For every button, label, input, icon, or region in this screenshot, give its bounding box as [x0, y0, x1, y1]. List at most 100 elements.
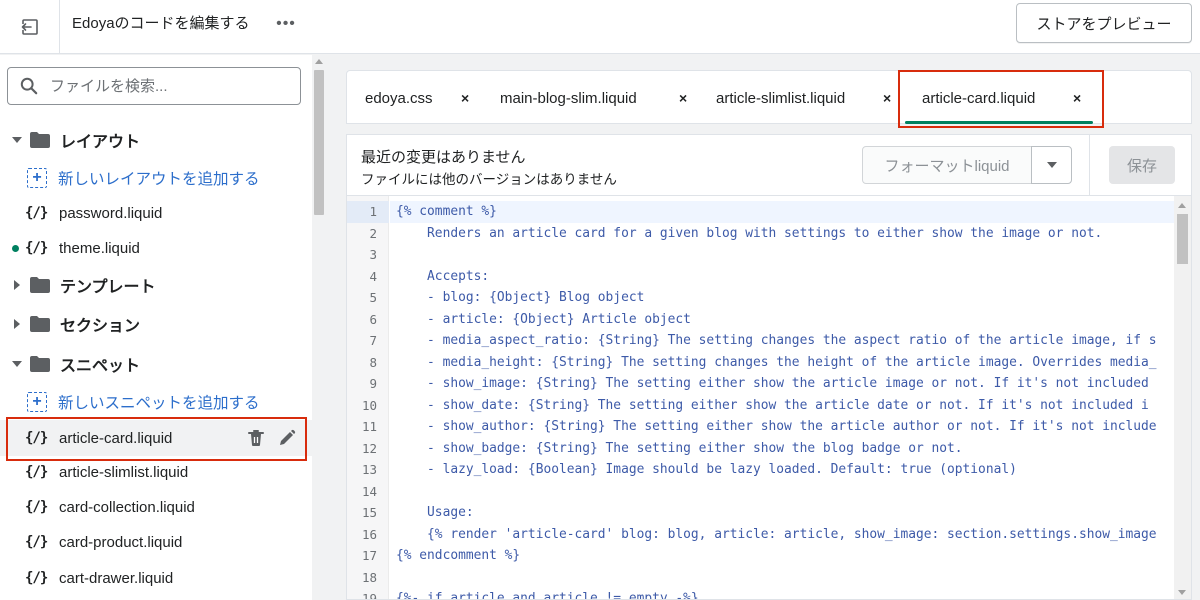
add-layout-link[interactable]: + 新しいレイアウトを追加する — [0, 161, 312, 195]
exit-button[interactable] — [0, 0, 60, 54]
tab-label: edoya.css — [365, 89, 433, 107]
file-label: card-product.liquid — [59, 533, 183, 551]
line-number: 14 — [361, 483, 377, 499]
line-number: 4 — [369, 268, 377, 284]
line-number: 15 — [361, 505, 377, 520]
code-line: - show_image: {String} The setting eithe… — [396, 376, 1149, 391]
folder-label: テンプレート — [60, 279, 156, 296]
line-number: 9 — [369, 376, 377, 391]
scroll-up-arrow-icon[interactable] — [1178, 203, 1186, 208]
folder-icon — [30, 316, 50, 332]
page-title: Edoyaのコードを編集する — [72, 15, 250, 32]
top-bar: Edoyaのコードを編集する ••• ストアをプレビュー — [0, 0, 1200, 54]
search-icon — [20, 77, 38, 95]
format-dropdown-button[interactable] — [1031, 146, 1072, 184]
active-line-highlight — [390, 201, 1174, 223]
line-number: 13 — [361, 462, 377, 477]
liquid-file-icon: {/} — [25, 570, 48, 586]
file-item-article-slimlist[interactable]: {/} article-slimlist.liquid — [0, 455, 312, 489]
folder-label: スニペット — [60, 358, 141, 375]
tab-article-slimlist[interactable]: article-slimlist.liquid × — [716, 71, 896, 125]
code-line: {%- if article and article != empty -%} — [396, 591, 699, 600]
file-item-card-collection[interactable]: {/} card-collection.liquid — [0, 490, 312, 524]
file-item-card-product[interactable]: {/} card-product.liquid — [0, 525, 312, 559]
code-line: - media_aspect_ratio: {String} The setti… — [396, 333, 1157, 348]
close-icon[interactable]: × — [461, 90, 469, 106]
scroll-up-arrow-icon[interactable] — [315, 59, 323, 64]
scrollbar-thumb[interactable] — [314, 70, 324, 215]
add-snippet-link[interactable]: + 新しいスニペットを追加する — [0, 385, 312, 419]
tab-label: main-blog-slim.liquid — [500, 89, 637, 107]
close-icon[interactable]: × — [679, 90, 687, 106]
liquid-file-icon: {/} — [25, 205, 48, 221]
line-number: 16 — [361, 526, 377, 542]
chevron-right-icon — [12, 280, 22, 290]
folder-icon — [30, 277, 50, 293]
store-preview-button[interactable]: ストアをプレビュー — [1016, 3, 1192, 43]
add-file-icon: + — [27, 168, 47, 188]
folder-icon — [30, 356, 50, 372]
more-actions-button[interactable]: ••• — [272, 10, 300, 38]
file-sidebar: レイアウト + 新しいレイアウトを追加する {/} password.liqui… — [0, 55, 312, 600]
liquid-file-icon: {/} — [25, 464, 48, 480]
close-icon[interactable]: × — [883, 90, 891, 106]
code-line: - show_author: {String} The setting eith… — [396, 419, 1157, 434]
file-item-theme[interactable]: {/} theme.liquid — [0, 231, 312, 265]
scroll-down-arrow-icon[interactable] — [1178, 590, 1186, 595]
chevron-down-icon — [12, 136, 22, 144]
file-label: theme.liquid — [59, 239, 140, 257]
add-file-icon: + — [27, 392, 47, 412]
code-line: {% endcomment %} — [396, 548, 521, 563]
liquid-file-icon: {/} — [25, 240, 48, 256]
line-number: 18 — [361, 569, 377, 585]
file-label: cart-drawer.liquid — [59, 569, 174, 587]
caret-down-icon — [1046, 162, 1057, 168]
format-liquid-button[interactable]: フォーマットliquid — [862, 146, 1032, 184]
line-number: 3 — [369, 247, 377, 262]
search-input[interactable] — [50, 77, 280, 95]
line-number: 19 — [361, 591, 377, 600]
code-editor: edoya.css × main-blog-slim.liquid × arti… — [346, 70, 1192, 600]
version-status: ファイルには他のバージョンはありません — [361, 172, 617, 187]
tab-main-blog-slim[interactable]: main-blog-slim.liquid × — [500, 71, 690, 125]
add-snippet-label: 新しいスニペットを追加する — [58, 395, 260, 412]
folder-snippets[interactable]: スニペット — [0, 347, 312, 381]
line-number: 2 — [369, 225, 377, 241]
tab-label: article-slimlist.liquid — [716, 89, 846, 107]
line-number: 5 — [369, 290, 377, 305]
code-line: - article: {Object} Article object — [396, 311, 691, 327]
line-number: 17 — [361, 548, 377, 563]
liquid-file-icon: {/} — [25, 499, 48, 515]
changes-status: 最近の変更はありません — [361, 149, 526, 166]
chevron-right-icon — [12, 319, 22, 329]
code-line: {% render 'article-card' blog: blog, art… — [396, 526, 1157, 542]
folder-label: レイアウト — [60, 134, 141, 151]
active-tab-highlight — [898, 70, 1104, 128]
exit-icon — [21, 19, 38, 35]
code-line: Usage: — [396, 505, 474, 520]
divider — [1089, 135, 1090, 196]
folder-icon — [30, 132, 50, 148]
folder-templates[interactable]: テンプレート — [0, 268, 312, 302]
file-search[interactable] — [7, 67, 301, 105]
line-number: 8 — [369, 354, 377, 370]
folder-layout[interactable]: レイアウト — [0, 123, 312, 157]
line-number: 10 — [361, 397, 377, 413]
folder-sections[interactable]: セクション — [0, 307, 312, 341]
file-label: password.liquid — [59, 204, 163, 222]
sidebar-scrollbar[interactable] — [312, 55, 326, 600]
folder-label: セクション — [60, 318, 141, 335]
tab-edoya-css[interactable]: edoya.css × — [365, 71, 485, 125]
scrollbar-thumb[interactable] — [1177, 214, 1188, 264]
line-number: 11 — [361, 419, 377, 434]
add-layout-label: 新しいレイアウトを追加する — [58, 171, 260, 188]
file-item-password[interactable]: {/} password.liquid — [0, 196, 312, 230]
save-button[interactable]: 保存 — [1109, 146, 1175, 184]
line-number: 6 — [369, 311, 377, 327]
file-item-cart-drawer[interactable]: {/} cart-drawer.liquid — [0, 561, 312, 595]
code-line: - show_badge: {String} The setting eithe… — [396, 440, 963, 456]
file-label: card-collection.liquid — [59, 498, 195, 516]
code-scrollbar[interactable] — [1174, 196, 1191, 599]
code-line: - blog: {Object} Blog object — [396, 290, 645, 305]
code-area[interactable]: 1 {% comment %} 2 Renders an article card … — [346, 195, 1192, 600]
